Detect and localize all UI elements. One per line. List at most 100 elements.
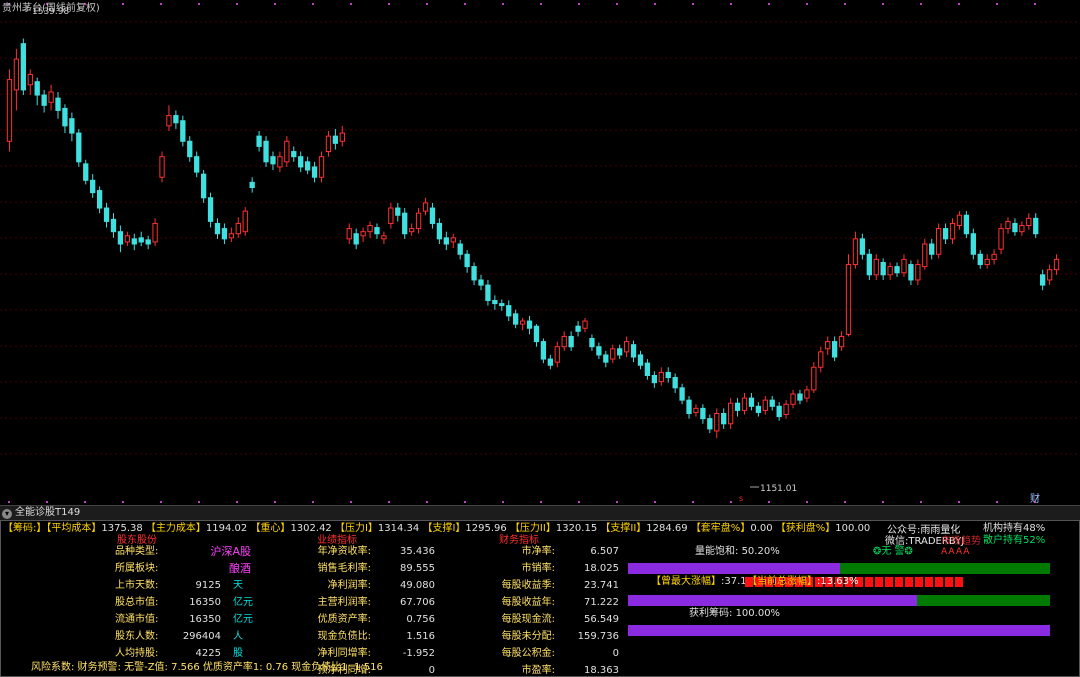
candle	[783, 400, 789, 419]
candle	[748, 392, 755, 411]
candle	[519, 317, 526, 331]
perf-value: 0	[428, 665, 435, 676]
retail-holding: 散户持有52%	[983, 535, 1046, 546]
candle	[242, 207, 248, 236]
candle	[6, 69, 13, 152]
fin-label: 每股未分配:	[501, 631, 555, 642]
basic-value: 4225	[195, 648, 221, 659]
perf-label: 现金负债比:	[317, 631, 371, 642]
candle	[506, 300, 512, 322]
volume-saturation-label: 量能饱和: 50.20%	[695, 546, 780, 557]
finance-marker[interactable]: 财	[1030, 492, 1040, 505]
basic-unit: 天	[233, 580, 243, 591]
candle	[131, 233, 137, 251]
collapse-icon[interactable]: ▾	[2, 509, 12, 519]
chart-grid	[0, 21, 1080, 455]
no-warning-badge: ❂无 警❂	[873, 546, 913, 557]
profit-chip-label: 获利筹码: 100.00%	[689, 608, 781, 619]
candle	[831, 336, 838, 362]
candle	[540, 338, 547, 364]
perf-label: 净利同增率:	[317, 648, 371, 659]
candle	[325, 131, 332, 157]
candlestick-chart[interactable]: 贵州茅台(周线前复权) 1539.98 1151.01 s 财	[0, 0, 1080, 505]
candle	[533, 324, 540, 347]
candle	[429, 202, 436, 229]
bottom-marker	[730, 501, 732, 503]
candle	[194, 151, 200, 178]
perf-value: 89.555	[400, 563, 435, 574]
bottom-marker	[8, 501, 10, 503]
bar-fill	[628, 563, 840, 574]
fin-label: 每股收益年:	[501, 597, 555, 608]
high-price-label: 1539.98	[32, 7, 69, 17]
current-rise: 【当前总涨幅】:13.63%	[747, 576, 859, 587]
basic-value: 296404	[182, 631, 221, 642]
candle	[970, 228, 976, 260]
candle	[901, 254, 907, 277]
candle	[651, 371, 657, 388]
candle	[41, 89, 47, 113]
candle	[402, 208, 408, 239]
top-marker	[654, 3, 656, 5]
candle	[69, 112, 75, 142]
candle	[221, 223, 228, 244]
candle	[367, 221, 373, 238]
candle	[478, 274, 484, 291]
candle	[797, 389, 803, 405]
perf-value: 1.516	[406, 631, 435, 642]
candle	[214, 218, 221, 239]
top-marker	[122, 3, 124, 5]
panel-titlebar[interactable]: ▾ 全能诊股T149	[0, 505, 1080, 521]
candle	[1033, 213, 1039, 238]
candle	[845, 254, 852, 337]
top-marker	[540, 3, 542, 5]
candle	[922, 238, 928, 270]
candle	[644, 359, 651, 380]
perf-value: 0.756	[406, 614, 435, 625]
candle	[256, 131, 262, 152]
candle	[963, 211, 970, 238]
candle	[755, 402, 762, 417]
candle	[124, 231, 130, 247]
panel-title-text: 全能诊股T149	[15, 507, 81, 518]
candle	[270, 151, 276, 171]
bottom-marker	[692, 501, 694, 503]
fin-label: 市销率:	[521, 563, 555, 574]
header-value: 1375.38	[101, 523, 146, 534]
basic-value: 沪深A股	[210, 545, 251, 558]
candles	[6, 38, 1060, 439]
perf-label: 净利润率:	[327, 580, 371, 591]
candle	[686, 396, 692, 419]
candle	[936, 223, 942, 259]
risk-footer: 风险系数: 财务预警: 无警-Z值: 7.566 优质资产率1: 0.76 现金…	[31, 662, 383, 673]
top-marker	[502, 3, 504, 5]
candle	[825, 336, 831, 355]
candle	[610, 344, 616, 364]
perf-value: -1.952	[402, 648, 435, 659]
candle	[235, 217, 241, 238]
rise-segment	[875, 577, 883, 587]
candle	[200, 170, 207, 203]
candle	[734, 398, 741, 417]
bar-fill	[628, 595, 918, 606]
candle	[637, 350, 644, 370]
candle	[568, 331, 574, 351]
candle	[422, 197, 429, 216]
candle	[464, 250, 470, 273]
candle	[353, 228, 359, 250]
candle	[575, 321, 581, 337]
top-marker	[920, 3, 922, 5]
bottom-marker	[996, 501, 998, 503]
candle	[866, 249, 872, 280]
candle	[180, 115, 186, 147]
candle	[138, 231, 144, 247]
max-rise-bar	[628, 595, 1050, 606]
fin-label: 每股公积金:	[501, 648, 555, 659]
top-marker	[388, 3, 390, 5]
candle	[187, 136, 193, 162]
candle	[90, 174, 96, 198]
diagnosis-panel: 【筹码:】【平均成本】1375.38 【主力成本】1194.02 【重心】130…	[0, 520, 1080, 677]
candle	[311, 161, 318, 183]
candle	[707, 414, 713, 434]
candle	[374, 223, 380, 239]
